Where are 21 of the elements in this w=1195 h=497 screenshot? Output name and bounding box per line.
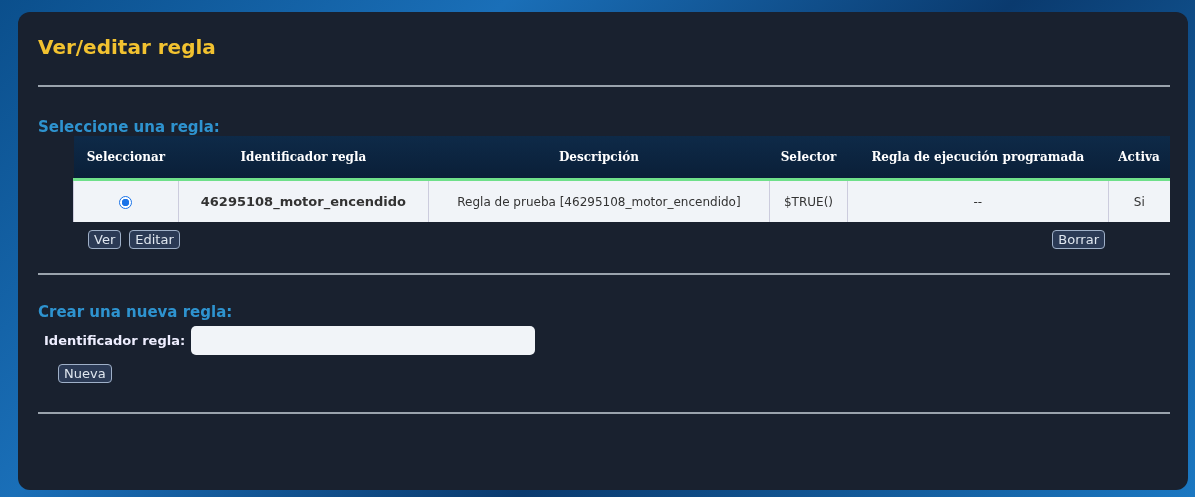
column-header: Regla de ejecución programada [847, 136, 1109, 180]
table-cell: Regla de prueba [46295108_motor_encendido] [428, 179, 770, 222]
radio-button[interactable] [119, 195, 133, 209]
table-cell: $TRUE() [769, 179, 848, 222]
section-heading: Crear una nueva regla: [38, 303, 233, 321]
column-header: Identificador regla [178, 136, 429, 180]
field-label: Identificador regla: [44, 333, 186, 348]
column-header: Activa [1108, 136, 1170, 180]
table-cell: 46295108_motor_encendido [178, 179, 429, 222]
view-button[interactable]: Ver [88, 230, 122, 249]
column-header: Selector [769, 136, 848, 180]
new-button[interactable]: Nueva [58, 364, 112, 383]
column-header: Seleccionar [73, 136, 179, 180]
column-header: Descripción [428, 136, 770, 180]
section-heading: Seleccione una regla: [38, 118, 220, 136]
page-title: Ver/editar regla [38, 34, 216, 61]
delete-button[interactable]: Borrar [1052, 230, 1105, 249]
table-cell: -- [847, 179, 1109, 222]
input-field[interactable] [191, 326, 536, 355]
table-cell: Si [1108, 179, 1170, 222]
edit-button[interactable]: Editar [129, 230, 180, 249]
